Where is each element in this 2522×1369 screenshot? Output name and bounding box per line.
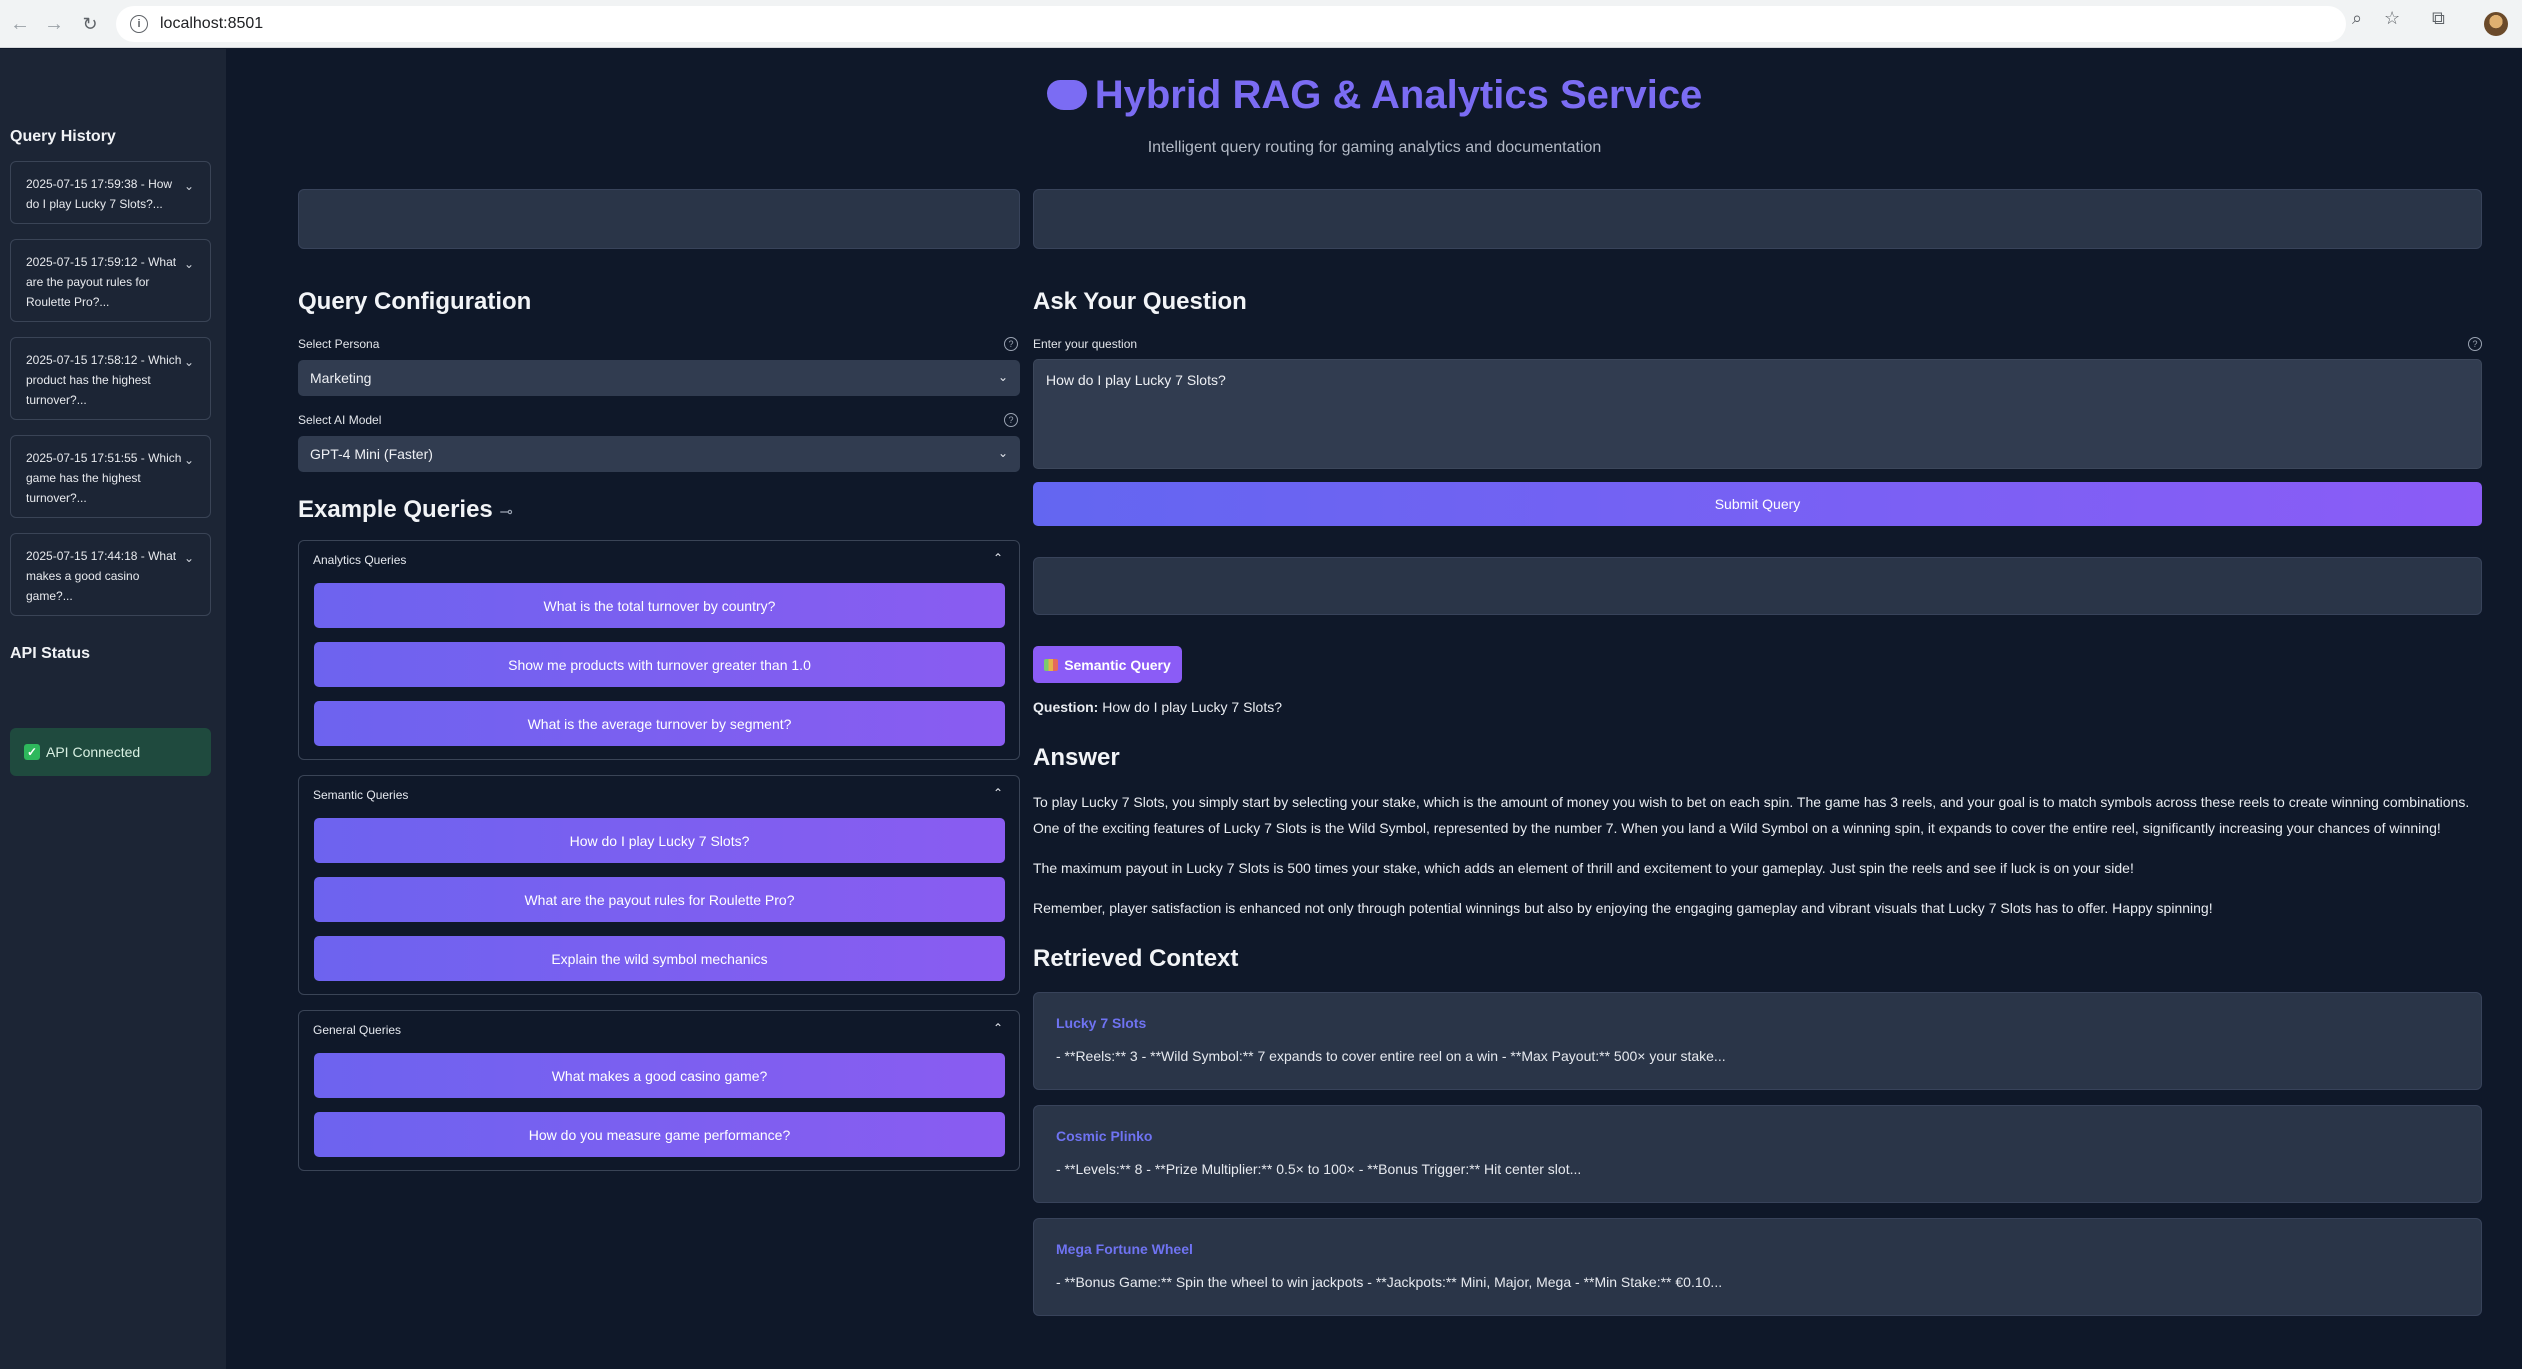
api-status-title: API Status bbox=[10, 645, 91, 662]
profile-avatar[interactable] bbox=[2484, 12, 2508, 36]
api-status-badge: ✓ API Connected bbox=[10, 728, 211, 776]
model-select[interactable]: GPT-4 Mini (Faster) ⌄ bbox=[298, 436, 1020, 472]
expander-general: General Queries ⌃ What makes a good casi… bbox=[298, 1010, 1020, 1171]
submit-query-button[interactable]: Submit Query bbox=[1033, 482, 2482, 526]
extensions-icon[interactable]: ⧉ bbox=[2432, 8, 2445, 29]
history-item[interactable]: 2025-07-15 17:59:38 - How do I play Luck… bbox=[10, 161, 211, 224]
persona-value: Marketing bbox=[310, 370, 372, 386]
retrieved-context-title: Retrieved Context bbox=[1033, 945, 1239, 972]
chevron-down-icon: ⌄ bbox=[183, 179, 194, 193]
reload-icon[interactable]: ↻ bbox=[74, 8, 106, 40]
metric-panel-right bbox=[1033, 189, 2482, 249]
persona-select[interactable]: Marketing ⌄ bbox=[298, 360, 1020, 396]
example-query-button[interactable]: How do you measure game performance? bbox=[314, 1112, 1005, 1157]
zoom-icon[interactable]: ⌕ bbox=[2352, 8, 2362, 29]
example-query-button[interactable]: What is the total turnover by country? bbox=[314, 583, 1005, 628]
chevron-up-icon[interactable]: ⌃ bbox=[993, 1021, 1003, 1035]
site-info-icon[interactable]: i bbox=[130, 15, 148, 33]
ask-question-title: Ask Your Question bbox=[1033, 288, 1247, 315]
page-title-text: Hybrid RAG & Analytics Service bbox=[1094, 73, 1703, 117]
expander-analytics: Analytics Queries ⌃ What is the total tu… bbox=[298, 540, 1020, 760]
api-status-text: API Connected bbox=[46, 744, 141, 760]
history-item-label: 2025-07-15 17:44:18 - What makes a good … bbox=[26, 549, 177, 603]
question-echo-value: How do I play Lucky 7 Slots? bbox=[1102, 699, 1282, 715]
chevron-down-icon: ⌄ bbox=[183, 355, 194, 369]
chevron-up-icon[interactable]: ⌃ bbox=[993, 551, 1003, 565]
answer-paragraph: One of the exciting features of Lucky 7 … bbox=[1033, 820, 2441, 836]
history-item-label: 2025-07-15 17:59:38 - How do I play Luck… bbox=[26, 177, 173, 211]
expander-semantic: Semantic Queries ⌃ How do I play Lucky 7… bbox=[298, 775, 1020, 995]
context-card: Cosmic Plinko - **Levels:** 8 - **Prize … bbox=[1033, 1105, 2482, 1203]
example-query-button[interactable]: What makes a good casino game? bbox=[314, 1053, 1005, 1098]
sidebar: Query History 2025-07-15 17:59:38 - How … bbox=[0, 49, 226, 1369]
page-title: Hybrid RAG & Analytics Service bbox=[227, 73, 2522, 118]
context-card-text: - **Reels:** 3 - **Wild Symbol:** 7 expa… bbox=[1056, 1048, 1726, 1064]
expander-title[interactable]: Semantic Queries bbox=[313, 788, 408, 802]
context-card-title: Lucky 7 Slots bbox=[1056, 1015, 1147, 1031]
history-item-label: 2025-07-15 17:59:12 - What are the payou… bbox=[26, 255, 177, 309]
chevron-down-icon: ⌄ bbox=[183, 453, 194, 467]
answer-title: Answer bbox=[1033, 744, 1120, 771]
url-text: localhost:8501 bbox=[160, 15, 264, 32]
history-item[interactable]: 2025-07-15 17:51:55 - Which game has the… bbox=[10, 435, 211, 518]
address-bar[interactable]: i localhost:8501 bbox=[116, 6, 2346, 42]
query-config-title: Query Configuration bbox=[298, 288, 532, 315]
example-query-button[interactable]: Explain the wild symbol mechanics bbox=[314, 936, 1005, 981]
context-card: Lucky 7 Slots - **Reels:** 3 - **Wild Sy… bbox=[1033, 992, 2482, 1090]
main-content: Hybrid RAG & Analytics Service Intellige… bbox=[227, 49, 2522, 1369]
help-icon[interactable]: ? bbox=[1004, 413, 1018, 427]
query-history-title: Query History bbox=[10, 128, 116, 145]
query-type-text: Semantic Query bbox=[1064, 656, 1171, 673]
browser-toolbar: ← → ↻ i localhost:8501 ⌕ ☆ ⧉ bbox=[0, 0, 2522, 48]
metric-panel-left bbox=[298, 189, 1020, 249]
answer-paragraph: To play Lucky 7 Slots, you simply start … bbox=[1033, 794, 2470, 810]
example-query-button[interactable]: How do I play Lucky 7 Slots? bbox=[314, 818, 1005, 863]
link-icon[interactable]: ⊸ bbox=[499, 504, 512, 521]
example-query-button[interactable]: What are the payout rules for Roulette P… bbox=[314, 877, 1005, 922]
chevron-down-icon: ⌄ bbox=[997, 370, 1008, 384]
history-item[interactable]: 2025-07-15 17:44:18 - What makes a good … bbox=[10, 533, 211, 616]
example-query-button[interactable]: Show me products with turnover greater t… bbox=[314, 642, 1005, 687]
chevron-up-icon[interactable]: ⌃ bbox=[993, 786, 1003, 800]
chevron-down-icon: ⌄ bbox=[183, 551, 194, 565]
gamepad-icon bbox=[1046, 80, 1087, 110]
bookmark-star-icon[interactable]: ☆ bbox=[2384, 8, 2400, 29]
question-echo-label: Question: bbox=[1033, 699, 1099, 715]
forward-icon[interactable]: → bbox=[38, 8, 70, 40]
expander-title[interactable]: Analytics Queries bbox=[313, 553, 406, 567]
question-input[interactable]: How do I play Lucky 7 Slots? bbox=[1033, 359, 2482, 469]
help-icon[interactable]: ? bbox=[1004, 337, 1018, 351]
query-type-badge: Semantic Query bbox=[1033, 646, 1182, 683]
answer-paragraph: The maximum payout in Lucky 7 Slots is 5… bbox=[1033, 860, 2134, 876]
history-item[interactable]: 2025-07-15 17:59:12 - What are the payou… bbox=[10, 239, 211, 322]
status-panel bbox=[1033, 557, 2482, 615]
history-item-label: 2025-07-15 17:51:55 - Which game has the… bbox=[26, 451, 182, 505]
example-queries-title: Example Queries ⊸ bbox=[298, 496, 513, 524]
history-item-label: 2025-07-15 17:58:12 - Which product has … bbox=[26, 353, 182, 407]
context-card-text: - **Bonus Game:** Spin the wheel to win … bbox=[1056, 1274, 1723, 1290]
help-icon[interactable]: ? bbox=[2468, 337, 2482, 351]
question-echo: Question: How do I play Lucky 7 Slots? bbox=[1033, 694, 1282, 720]
answer-paragraph: Remember, player satisfaction is enhance… bbox=[1033, 900, 2213, 916]
context-card-text: - **Levels:** 8 - **Prize Multiplier:** … bbox=[1056, 1161, 1582, 1177]
chevron-down-icon: ⌄ bbox=[183, 257, 194, 271]
model-value: GPT-4 Mini (Faster) bbox=[310, 446, 433, 462]
persona-label: Select Persona bbox=[298, 337, 380, 351]
context-card-title: Mega Fortune Wheel bbox=[1056, 1241, 1193, 1257]
example-query-button[interactable]: What is the average turnover by segment? bbox=[314, 701, 1005, 746]
expander-title[interactable]: General Queries bbox=[313, 1023, 401, 1037]
back-icon[interactable]: ← bbox=[4, 8, 36, 40]
question-input-label: Enter your question bbox=[1033, 337, 1138, 351]
context-card: Mega Fortune Wheel - **Bonus Game:** Spi… bbox=[1033, 1218, 2482, 1316]
chevron-down-icon: ⌄ bbox=[997, 446, 1008, 460]
page-subtitle: Intelligent query routing for gaming ana… bbox=[1147, 139, 1602, 156]
check-icon: ✓ bbox=[24, 744, 40, 760]
context-card-title: Cosmic Plinko bbox=[1056, 1128, 1153, 1144]
model-label: Select AI Model bbox=[298, 413, 382, 427]
books-icon bbox=[1044, 658, 1059, 671]
example-queries-text: Example Queries bbox=[298, 496, 493, 523]
history-item[interactable]: 2025-07-15 17:58:12 - Which product has … bbox=[10, 337, 211, 420]
